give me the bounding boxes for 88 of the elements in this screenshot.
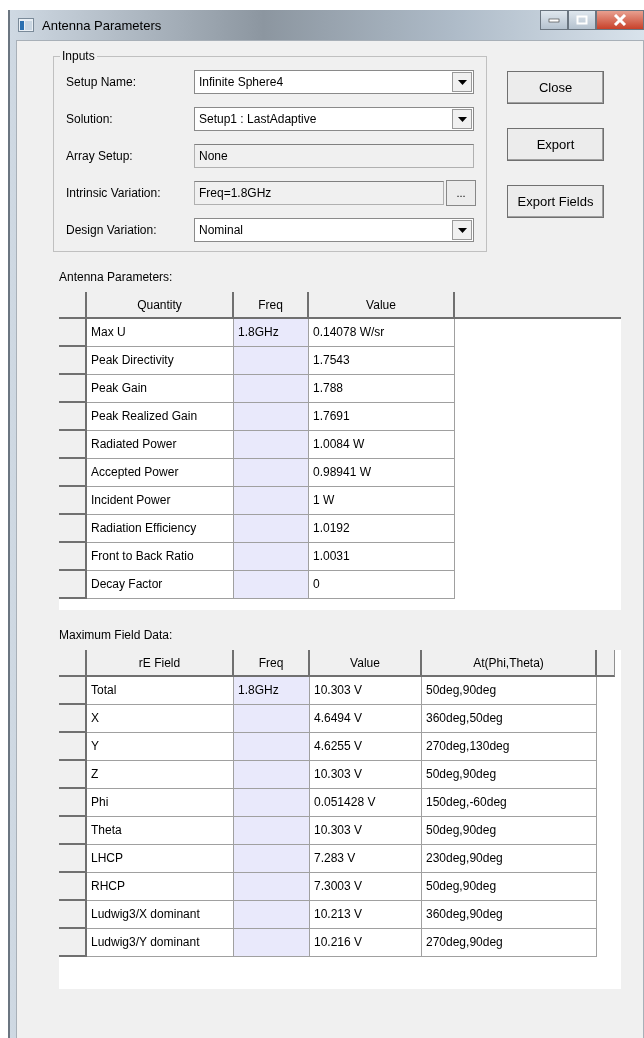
table-cell: 0.051428 V xyxy=(310,789,422,817)
window-title: Antenna Parameters xyxy=(42,17,162,33)
table-cell: 7.3003 V xyxy=(310,873,422,901)
table-cell: 10.216 V xyxy=(310,929,422,957)
column-header[interactable]: rE Field xyxy=(87,650,234,677)
dropdown-field[interactable]: Nominal xyxy=(194,218,474,242)
row-header[interactable] xyxy=(59,487,87,515)
column-header[interactable]: Value xyxy=(309,292,455,319)
field-label: Design Variation: xyxy=(66,223,158,237)
column-header xyxy=(597,650,615,677)
row-header[interactable] xyxy=(59,515,87,543)
row-header[interactable] xyxy=(59,375,87,403)
dialog-button[interactable]: Export Fields xyxy=(507,185,604,218)
dropdown-arrow-icon xyxy=(457,227,467,233)
close-button[interactable] xyxy=(596,10,644,30)
table-cell: 10.303 V xyxy=(310,761,422,789)
section-label: Antenna Parameters: xyxy=(59,270,174,284)
minimize-button[interactable] xyxy=(540,10,568,30)
table-cell: 1.7543 xyxy=(309,347,455,375)
table-cell: 1.8GHz xyxy=(234,319,309,347)
table-cell: 0.14078 W/sr xyxy=(309,319,455,347)
row-header[interactable] xyxy=(59,543,87,571)
table-cell: 1.0031 xyxy=(309,543,455,571)
row-header[interactable] xyxy=(59,403,87,431)
table-cell: 1.0192 xyxy=(309,515,455,543)
close-icon xyxy=(613,14,627,26)
table-cell: 50deg,90deg xyxy=(422,677,597,705)
text-field[interactable]: Freq=1.8GHz xyxy=(194,181,444,205)
row-header[interactable] xyxy=(59,733,87,761)
dropdown-arrow-icon xyxy=(457,79,467,85)
table-cell: 0.98941 W xyxy=(309,459,455,487)
row-header[interactable] xyxy=(59,347,87,375)
field-label: Solution: xyxy=(66,112,114,126)
row-header[interactable] xyxy=(59,929,87,957)
field-label: Setup Name: xyxy=(66,75,138,89)
dropdown-arrow-icon xyxy=(457,116,467,122)
dropdown-field[interactable]: Infinite Sphere4 xyxy=(194,70,474,94)
table-cell: 1.788 xyxy=(309,375,455,403)
table-cell: 0 xyxy=(309,571,455,599)
table-cell: 1.0084 W xyxy=(309,431,455,459)
field-label: Intrinsic Variation: xyxy=(66,186,162,200)
row-header[interactable] xyxy=(59,761,87,789)
minimize-icon xyxy=(548,17,560,23)
group-label: Inputs xyxy=(61,49,96,63)
row-header[interactable] xyxy=(59,845,87,873)
column-header[interactable]: Quantity xyxy=(87,292,234,319)
app-icon xyxy=(18,18,34,32)
table-cell: 1.8GHz xyxy=(234,677,310,705)
table-cell: 10.303 V xyxy=(310,677,422,705)
row-header[interactable] xyxy=(59,459,87,487)
table-cell: 1.7691 xyxy=(309,403,455,431)
section-label: Maximum Field Data: xyxy=(59,628,174,642)
table-cell: 1 W xyxy=(309,487,455,515)
table-cell: 50deg,90deg xyxy=(422,817,597,845)
maximize-button[interactable] xyxy=(568,10,596,30)
dialog-button[interactable]: Export xyxy=(507,128,604,161)
row-header[interactable] xyxy=(59,319,87,347)
column-header[interactable]: Value xyxy=(310,650,422,677)
row-header[interactable] xyxy=(59,901,87,929)
column-header[interactable]: Freq xyxy=(234,292,309,319)
row-header[interactable] xyxy=(59,431,87,459)
table-cell: 50deg,90deg xyxy=(422,761,597,789)
table-cell: 10.213 V xyxy=(310,901,422,929)
table-cell: 4.6494 V xyxy=(310,705,422,733)
table-cell: 270deg,130deg xyxy=(422,733,597,761)
table-cell: 7.283 V xyxy=(310,845,422,873)
row-header[interactable] xyxy=(59,817,87,845)
table-cell: 360deg,50deg xyxy=(422,705,597,733)
field-label: Array Setup: xyxy=(66,149,134,163)
table-cell: 50deg,90deg xyxy=(422,873,597,901)
row-header[interactable] xyxy=(59,571,87,599)
column-header[interactable]: At(Phi,Theta) xyxy=(422,650,597,677)
table-cell: 150deg,-60deg xyxy=(422,789,597,817)
table-cell: 270deg,90deg xyxy=(422,929,597,957)
maximize-icon xyxy=(576,15,588,25)
table-cell: 10.303 V xyxy=(310,817,422,845)
table-cell: 4.6255 V xyxy=(310,733,422,761)
table-cell: 360deg,90deg xyxy=(422,901,597,929)
row-header[interactable] xyxy=(59,705,87,733)
row-header[interactable] xyxy=(59,873,87,901)
dropdown-field[interactable]: Setup1 : LastAdaptive xyxy=(194,107,474,131)
browse-button[interactable]: ... xyxy=(446,180,476,206)
column-header[interactable]: Freq xyxy=(234,650,310,677)
dialog-button[interactable]: Close xyxy=(507,71,604,104)
table-cell: 230deg,90deg xyxy=(422,845,597,873)
text-field[interactable]: None xyxy=(194,144,474,168)
row-header[interactable] xyxy=(59,677,87,705)
row-header[interactable] xyxy=(59,789,87,817)
